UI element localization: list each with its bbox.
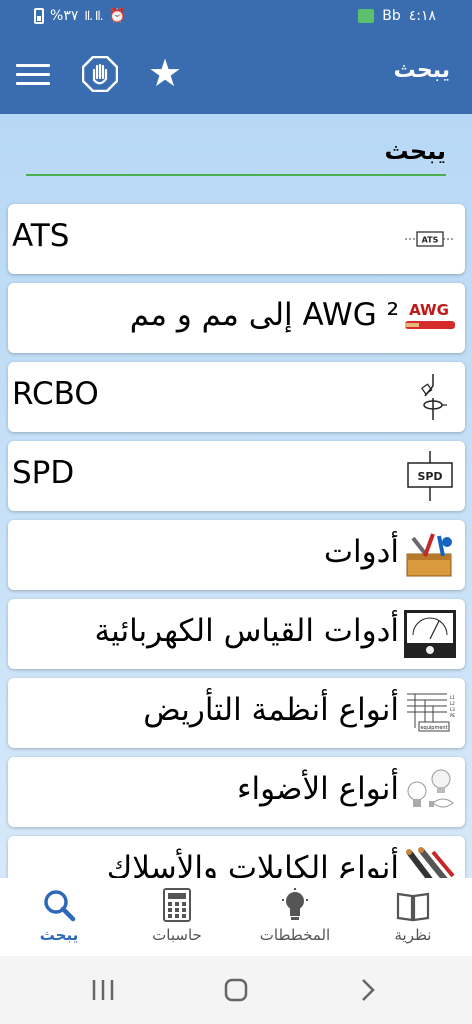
list-item-ats[interactable]: ATS ATS	[8, 204, 465, 274]
nav-tab-label: نظرية	[394, 926, 432, 944]
calculator-icon	[163, 888, 191, 922]
awg-icon-text: AWG	[409, 301, 449, 319]
list-item-label: SPD	[12, 455, 75, 491]
bottom-nav: يبحث حاسبات المخططات نظرية	[0, 878, 472, 956]
svg-text:L2: L2	[450, 701, 455, 706]
nav-tab-label: يبحث	[39, 926, 79, 944]
list-item-label: RCBO	[12, 376, 99, 412]
battery-percent: %٣٧	[50, 8, 79, 24]
list-item-awg[interactable]: AWG ² إلى مم و مم AWG	[8, 283, 465, 353]
spd-icon-text: SPD	[417, 470, 442, 483]
svg-text:L1: L1	[450, 695, 455, 700]
search-icon	[44, 890, 76, 922]
app-bar: ★ يبحث	[0, 36, 472, 114]
lamps-icon	[407, 769, 454, 808]
notification-app-icon	[358, 9, 375, 23]
clock: ٤:١٨	[408, 8, 436, 24]
list-item-label: أنواع أنظمة التأريض	[143, 692, 399, 728]
book-icon	[396, 892, 430, 922]
cables-icon	[406, 847, 455, 878]
svg-text:L3: L3	[450, 707, 455, 712]
list-item-label: ATS	[12, 218, 70, 254]
list-item-label: أنواع الكابلات والأسلاك	[106, 850, 399, 878]
app-title: يبحث	[393, 58, 450, 83]
search-input[interactable]	[26, 128, 446, 174]
rcbo-icon	[420, 374, 447, 420]
status-right: Bb ٤:١٨	[358, 8, 436, 24]
menu-icon[interactable]	[16, 64, 50, 86]
list-item-spd[interactable]: SPD SPD	[8, 441, 465, 511]
nav-tab-theory[interactable]: نظرية	[358, 888, 468, 944]
search-row	[26, 128, 446, 176]
nav-tab-search[interactable]: يبحث	[4, 888, 114, 944]
carrier-label: Bb	[382, 8, 401, 24]
list-item-rcbo[interactable]: RCBO	[8, 362, 465, 432]
grounding-icon-text: equipment	[420, 725, 447, 731]
home-icon[interactable]	[224, 978, 248, 1002]
list-item-label: AWG ² إلى مم و مم	[129, 297, 399, 333]
back-icon[interactable]	[360, 978, 376, 1002]
status-left: %٣٧ Il. Il. ⏰	[34, 8, 126, 24]
ats-icon-text: ATS	[422, 236, 439, 245]
list-item-label: أدوات القياس الكهربائية	[94, 613, 399, 649]
toolbox-icon	[406, 533, 452, 577]
list-item-grounding-systems[interactable]: أنواع أنظمة التأريض equipment L1 L2 L3 P…	[8, 678, 465, 748]
list-item-measuring-tools[interactable]: أدوات القياس الكهربائية	[8, 599, 465, 669]
list-item-tools[interactable]: أدوات	[8, 520, 465, 590]
status-bar: %٣٧ Il. Il. ⏰ Bb ٤:١٨	[0, 0, 472, 36]
nav-tab-calculators[interactable]: حاسبات	[122, 888, 232, 944]
signal-icon: Il. Il.	[84, 9, 103, 23]
list-item-lamp-types[interactable]: أنواع الأضواء	[8, 757, 465, 827]
ats-icon: ATS	[405, 231, 455, 247]
stop-hand-icon[interactable]	[82, 56, 118, 92]
search-underline	[26, 174, 446, 176]
system-nav-bar	[0, 956, 472, 1024]
meter-icon	[404, 610, 456, 658]
grounding-icon: equipment L1 L2 L3 PE	[407, 693, 455, 732]
favorites-star-icon[interactable]: ★	[148, 53, 182, 93]
spd-icon: SPD	[407, 451, 453, 501]
lightbulb-icon	[282, 888, 308, 920]
list-item-label: أدوات	[323, 534, 399, 570]
list-item-cable-types[interactable]: أنواع الكابلات والأسلاك	[8, 836, 465, 878]
nav-tab-label: حاسبات	[152, 926, 202, 944]
list-item-label: أنواع الأضواء	[236, 771, 399, 807]
search-results-area[interactable]: ATS ATS AWG ² إلى مم و مم AWG RCBO SPD	[0, 114, 472, 878]
alarm-icon: ⏰	[108, 8, 126, 24]
battery-icon	[34, 8, 44, 24]
recent-apps-icon[interactable]	[90, 978, 116, 1002]
nav-tab-diagrams[interactable]: المخططات	[240, 888, 350, 944]
nav-tab-label: المخططات	[259, 926, 331, 944]
svg-text:PE: PE	[450, 713, 455, 718]
awg-icon: AWG	[405, 301, 455, 329]
